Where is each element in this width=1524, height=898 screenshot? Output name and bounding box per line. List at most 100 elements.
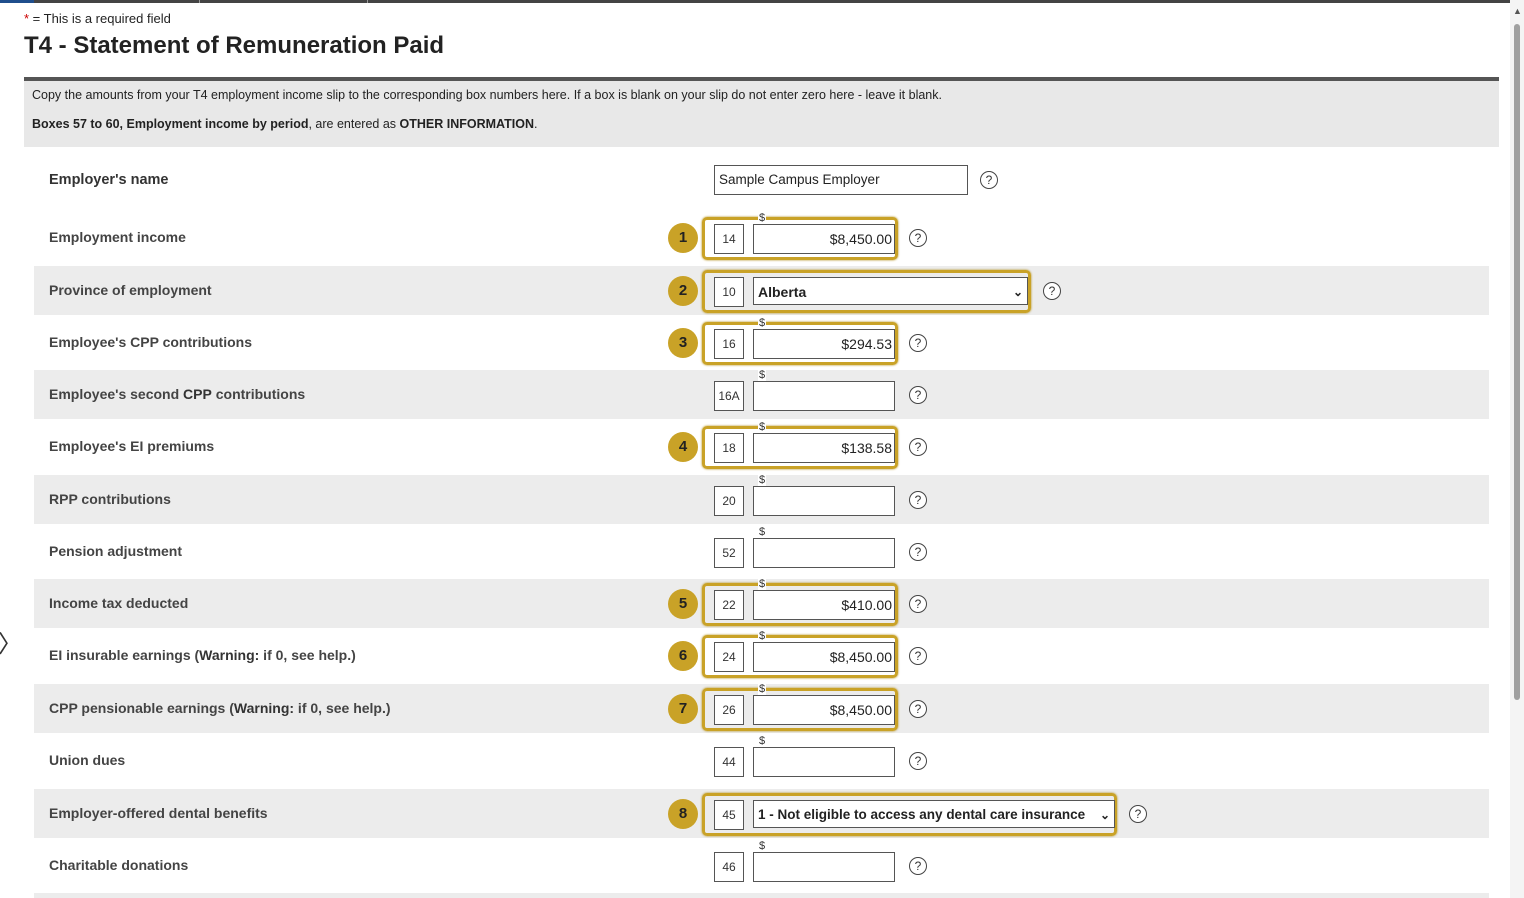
box-number: 14 <box>714 224 744 254</box>
box-number: 45 <box>714 800 744 830</box>
amount-input[interactable]: $ <box>753 369 895 411</box>
box-number: 16 <box>714 329 744 359</box>
chevron-down-icon: ⌄ <box>1099 808 1110 822</box>
help-circle-icon[interactable]: ? <box>909 543 927 561</box>
dental-benefits-select[interactable]: 1 - Not eligible to access any dental ca… <box>753 800 1115 828</box>
field-label: EI insurable earnings (Warning: if 0, se… <box>49 631 356 680</box>
selected-option: Alberta <box>758 284 807 300</box>
field-label: RPP contributions <box>49 491 171 507</box>
form-row: RPP contributions 20 $? <box>34 474 1489 524</box>
step-badge: 3 <box>668 328 698 358</box>
instructions-text: , are entered as <box>308 117 400 131</box>
collapse-panel-chevron-icon[interactable]: 〉 <box>0 624 22 659</box>
help-circle-icon[interactable]: ? <box>980 171 998 189</box>
box-number: 16A <box>714 381 744 411</box>
currency-symbol: $ <box>758 369 767 381</box>
box-number: 44 <box>714 747 744 777</box>
field-label: Pension adjustment <box>49 543 183 559</box>
form-row: EI insurable earnings (Warning: if 0, se… <box>34 630 1489 680</box>
top-border-tick <box>199 0 200 3</box>
amount-value: $138.58 <box>841 440 892 456</box>
field-label: Employee's EI premiums <box>49 438 215 454</box>
next-row-partial <box>34 893 1489 898</box>
form-row: Employee's second CPP contributions 16A $? <box>34 369 1489 419</box>
amount-input[interactable]: $ $410.00 <box>753 578 895 620</box>
form-row: CPP pensionable earnings (Warning: if 0,… <box>34 683 1489 733</box>
top-border-accent <box>0 0 34 3</box>
amount-input[interactable]: $ <box>753 735 895 777</box>
step-badge: 8 <box>668 799 698 829</box>
currency-symbol: $ <box>758 212 767 224</box>
help-circle-icon[interactable]: ? <box>909 491 927 509</box>
help-circle-icon[interactable]: ? <box>909 595 927 613</box>
amount-input[interactable]: $ <box>753 474 895 516</box>
help-circle-icon[interactable]: ? <box>909 857 927 875</box>
help-circle-icon[interactable]: ? <box>909 700 927 718</box>
box-number: 52 <box>714 538 744 568</box>
field-label-text: Employee's second <box>49 386 184 402</box>
field-label-emphasis: Warning: <box>233 700 295 716</box>
box-number: 20 <box>714 486 744 516</box>
box-number: 10 <box>714 277 744 307</box>
page-title: T4 - Statement of Remuneration Paid <box>24 32 445 59</box>
currency-symbol: $ <box>758 421 767 433</box>
help-circle-icon[interactable]: ? <box>909 647 927 665</box>
amount-input[interactable]: $ $8,450.00 <box>753 683 895 725</box>
currency-symbol: $ <box>758 735 767 747</box>
field-label: Charitable donations <box>49 857 189 873</box>
amount-value: $8,450.00 <box>829 231 892 247</box>
amount-input[interactable]: $ $294.53 <box>753 317 895 359</box>
help-circle-icon[interactable]: ? <box>1043 282 1061 300</box>
box-number: 24 <box>714 642 744 672</box>
currency-symbol: $ <box>758 526 767 538</box>
amount-input[interactable]: $ <box>753 526 895 568</box>
amount-value: $8,450.00 <box>829 702 892 718</box>
scroll-up-arrow-icon[interactable]: ▲ <box>1513 6 1522 16</box>
instructions-box: Copy the amounts from your T4 employment… <box>24 81 1499 147</box>
box-number: 46 <box>714 852 744 882</box>
step-badge: 1 <box>668 223 698 253</box>
help-circle-icon[interactable]: ? <box>909 334 927 352</box>
field-label-emphasis: CPP <box>183 386 212 402</box>
help-circle-icon[interactable]: ? <box>909 229 927 247</box>
amount-value: $410.00 <box>841 597 892 613</box>
help-circle-icon[interactable]: ? <box>909 386 927 404</box>
field-label: Employer-offered dental benefits <box>49 805 268 821</box>
field-label-text: if 0, see help.) <box>294 700 391 716</box>
field-label-emphasis: Warning: <box>199 647 260 663</box>
help-circle-icon[interactable]: ? <box>909 438 927 456</box>
selected-option: 1 - Not eligible to access any dental ca… <box>758 807 1086 822</box>
required-field-note: * = This is a required field <box>24 11 171 26</box>
form-row: Employee's CPP contributions 3 16 $ $294.53? <box>34 317 1489 367</box>
step-badge: 6 <box>668 641 698 671</box>
instructions-other-info: OTHER INFORMATION <box>399 117 534 131</box>
help-circle-icon[interactable]: ? <box>1129 805 1147 823</box>
field-label-text: if 0, see help.) <box>259 647 356 663</box>
currency-symbol: $ <box>758 683 767 695</box>
scrollbar-thumb[interactable] <box>1514 24 1520 700</box>
form-row: Employer-offered dental benefits 8 45 1 - N… <box>34 789 1489 838</box>
step-badge: 7 <box>668 694 698 724</box>
help-circle-icon[interactable]: ? <box>909 752 927 770</box>
amount-input[interactable]: $ $8,450.00 <box>753 212 895 254</box>
field-label: Employee's second CPP contributions <box>49 370 305 419</box>
amount-input[interactable]: $ $8,450.00 <box>753 630 895 672</box>
amount-value: $294.53 <box>841 336 892 352</box>
box-number: 22 <box>714 590 744 620</box>
employer-name-input[interactable]: Sample Campus Employer <box>714 165 968 195</box>
required-note-text: = This is a required field <box>29 11 171 26</box>
currency-symbol: $ <box>758 630 767 642</box>
employer-name-label: Employer's name <box>49 172 169 188</box>
top-border-tick <box>367 0 368 3</box>
amount-input[interactable]: $ $138.58 <box>753 421 895 463</box>
province-select[interactable]: Alberta ⌄ <box>753 277 1028 305</box>
field-label: Employee's CPP contributions <box>49 334 252 350</box>
amount-input[interactable]: $ <box>753 840 895 882</box>
step-badge: 2 <box>668 276 698 306</box>
employer-name-row: Employer's name Sample Campus Employer ? <box>34 160 1489 202</box>
form-row: Charitable donations 46 $? <box>34 840 1489 890</box>
amount-value: $8,450.00 <box>829 649 892 665</box>
vertical-scrollbar[interactable]: ▲ <box>1510 0 1524 898</box>
box-number: 18 <box>714 433 744 463</box>
field-label-text: CPP pensionable earnings ( <box>49 700 234 716</box>
